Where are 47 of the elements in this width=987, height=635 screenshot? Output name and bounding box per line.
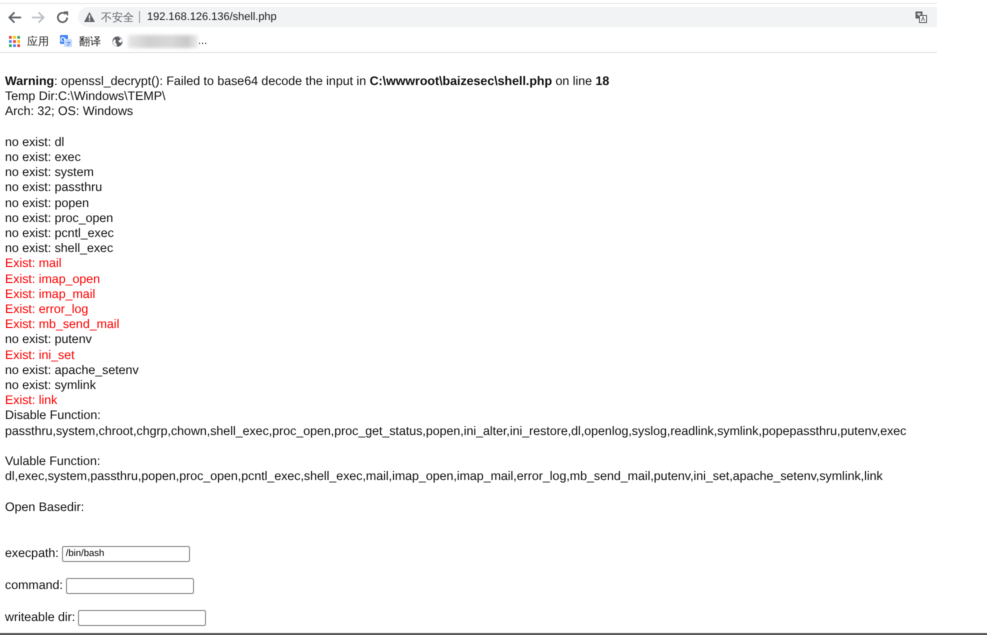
address-bar[interactable]: 不安全 192.168.126.136/shell.php [78, 7, 937, 27]
function-status: no exist: system [5, 165, 94, 180]
blurred-label [128, 34, 198, 48]
function-status: no exist: passthru [5, 180, 102, 196]
globe-icon [112, 36, 123, 46]
function-list: passthru,system,chroot,chgrp,chown,shell_exec,proc_open,proc_get_status,popen,ini_alter,ini_restore,dl,openlog,syslog,readlink,symlink,popepassthru,putenv,exec [5, 424, 906, 439]
function-status: Exist: error_log [5, 302, 88, 318]
section-label: Vulable Function: [5, 454, 100, 470]
field-label: execpath: [5, 546, 59, 562]
function-status: no exist: symlink [5, 378, 96, 394]
text-input[interactable] [66, 578, 194, 594]
function-status: Exist: ini_set [5, 348, 75, 363]
function-status: no exist: apache_setenv [5, 362, 139, 378]
bookmark-link[interactable]: 应用 [9, 34, 49, 48]
security-label[interactable]: 不安全 [101, 10, 134, 24]
function-status: no exist: pcntl_exec [5, 226, 114, 242]
field-label: writeable dir: [5, 610, 76, 626]
function-status: no exist: exec [5, 150, 81, 166]
function-status: Exist: imap_mail [5, 286, 96, 302]
function-status: Exist: link [5, 393, 58, 408]
text-input[interactable]: /bin/bash [62, 546, 190, 562]
bookmark-link[interactable]: ... [112, 34, 208, 48]
bookmark-link[interactable]: 翻译 [60, 34, 101, 48]
text-input[interactable] [78, 610, 206, 626]
info-line: Temp Dir:C:\Windows\TEMP\ [5, 89, 166, 104]
function-status: no exist: dl [5, 134, 64, 150]
function-list: dl,exec,system,passthru,popen,proc_open,pcntl_exec,shell_exec,mail,imap_open,imap_mail,error_log,mb_send_mail,putenv,ini_set,apache_setenv,symlink,link [5, 469, 883, 484]
apps-grid-icon [9, 36, 20, 46]
function-status: no exist: popen [5, 196, 90, 211]
back-arrow-icon [6, 10, 22, 24]
forward-arrow-icon [30, 10, 46, 24]
function-status: no exist: proc_open [5, 210, 114, 226]
section-label: Disable Function: [5, 408, 101, 424]
section-label: Open Basedir: [5, 500, 84, 515]
warning-icon [84, 12, 95, 22]
info-line: Arch: 32; OS: Windows [5, 104, 134, 120]
warning-message: Warning: openssl_decrypt(): Failed to base64 decode the input in C:\wwwroot\baizesec\shell.php on line 18 [5, 74, 610, 90]
function-status: Exist: mb_send_mail [5, 317, 120, 332]
reload-icon [54, 10, 70, 24]
field-label: command: [5, 578, 63, 594]
function-status: no exist: shell_exec [5, 241, 114, 256]
function-status: no exist: putenv [5, 332, 92, 348]
function-status: Exist: mail [5, 256, 62, 272]
translate-icon[interactable] [915, 11, 927, 23]
translate-icon [60, 35, 72, 47]
function-status: Exist: imap_open [5, 272, 100, 287]
url-text[interactable]: 192.168.126.136/shell.php [147, 11, 277, 23]
